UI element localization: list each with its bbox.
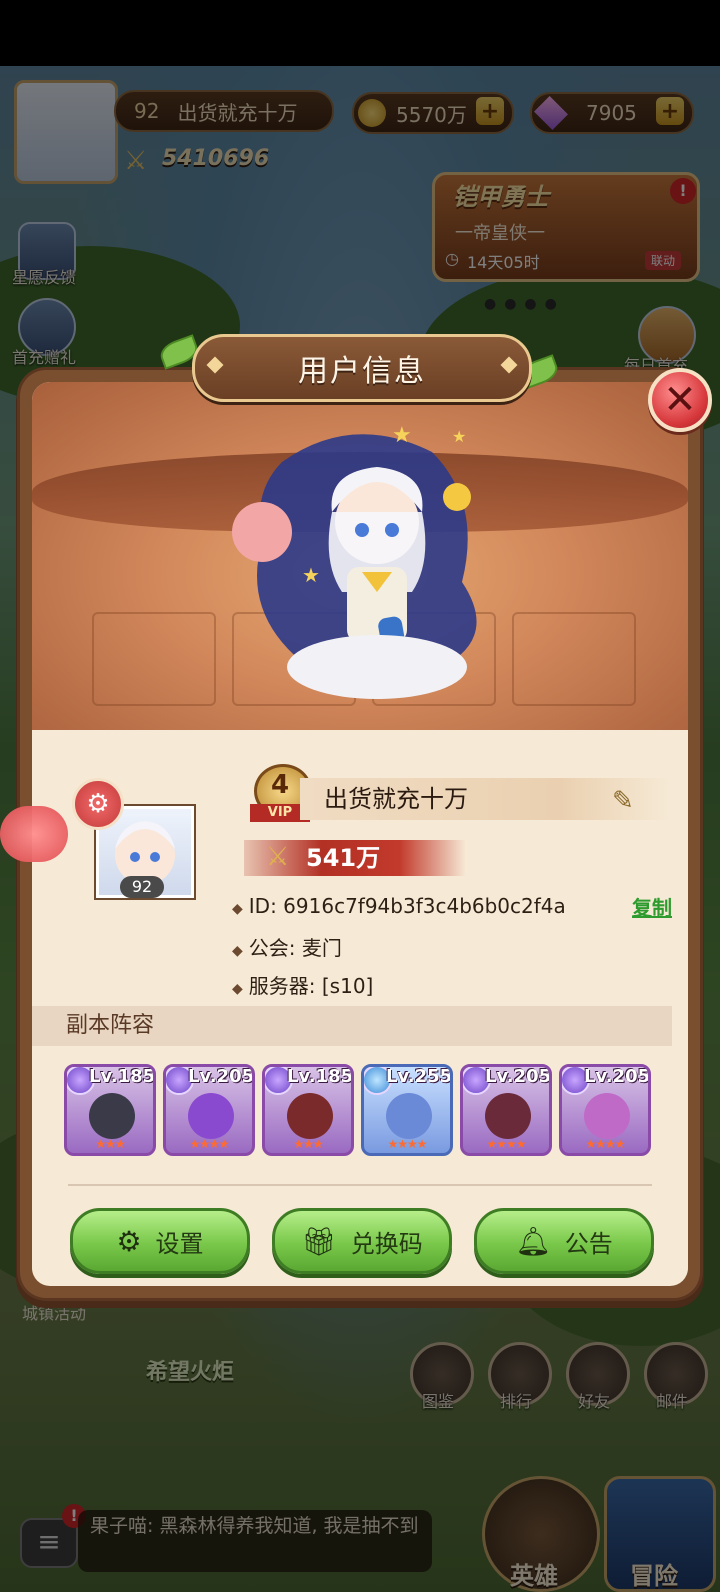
- swords-icon: ⚔: [266, 842, 290, 872]
- hero-level: Lv.205: [188, 1066, 255, 1087]
- server-name: 服务器: [s10]: [248, 974, 374, 998]
- dialog-title-plate: 用户信息: [192, 334, 532, 402]
- gift-icon: 🎁︎: [301, 1224, 337, 1258]
- hero-level: Lv.205: [485, 1066, 552, 1087]
- diamond-bullet-icon: ◆: [232, 943, 243, 959]
- notice-label: 公告: [564, 1229, 613, 1258]
- dialog-title: 用户信息: [298, 354, 426, 389]
- hero-level: Lv.255: [386, 1066, 453, 1087]
- hero-face: [89, 1093, 135, 1139]
- hero-stars: ★★★★: [387, 1137, 427, 1151]
- hero-face: [485, 1093, 531, 1139]
- redeem-code-label: 兑换码: [350, 1229, 423, 1258]
- hero-card[interactable]: Lv.255 ★★★★: [361, 1064, 453, 1156]
- hero-showcase: ★ ★ ★: [32, 382, 688, 730]
- hero-face: [584, 1093, 630, 1139]
- hero-stars: ★★★: [95, 1137, 125, 1151]
- gamepad-icon[interactable]: [0, 806, 68, 862]
- hero-card[interactable]: Lv.205 ★★★★: [460, 1064, 552, 1156]
- guild-name: 公会: 麦门: [248, 936, 342, 960]
- notice-button[interactable]: 🔔︎ 公告: [474, 1208, 654, 1274]
- copy-id-link[interactable]: 复制: [632, 892, 672, 921]
- hero-level: Lv.185: [287, 1066, 354, 1087]
- hero-stars: ★★★★: [189, 1137, 229, 1151]
- player-id-row: ◆ ID: 6916c7f94b3f3c4b6b0c2f4a: [232, 894, 566, 918]
- hero-card[interactable]: Lv.205 ★★★★: [163, 1064, 255, 1156]
- bell-icon: 🔔︎: [515, 1224, 551, 1258]
- player-id: ID: 6916c7f94b3f3c4b6b0c2f4a: [248, 894, 566, 918]
- svg-text:★: ★: [452, 427, 466, 446]
- hero-stars: ★★★: [293, 1137, 323, 1151]
- hero-stars: ★★★★: [585, 1137, 625, 1151]
- hero-card[interactable]: Lv.185 ★★★: [262, 1064, 354, 1156]
- hero-face: [386, 1093, 432, 1139]
- guild-row: ◆ 公会: 麦门: [232, 932, 342, 961]
- settings-button[interactable]: ⚙ 设置: [70, 1208, 250, 1274]
- hero-stars: ★★★★: [486, 1137, 526, 1151]
- svg-text:★: ★: [302, 563, 320, 587]
- hero-portrait: ★ ★ ★: [232, 423, 477, 699]
- lineup-title: 副本阵容: [32, 1006, 672, 1046]
- hero-level: Lv.205: [584, 1066, 651, 1087]
- edit-icon[interactable]: ✎: [612, 786, 642, 816]
- hero-face: [188, 1093, 234, 1139]
- settings-gear-icon: ⚙: [116, 1224, 142, 1258]
- svg-text:★: ★: [392, 423, 412, 448]
- hero-face: [287, 1093, 333, 1139]
- close-button[interactable]: ✕: [648, 368, 712, 432]
- diamond-bullet-icon: ◆: [232, 981, 243, 997]
- hero-level: Lv.185: [89, 1066, 156, 1087]
- diamond-bullet-icon: ◆: [232, 901, 243, 917]
- close-icon: ✕: [663, 377, 697, 423]
- avatar-level-badge: 92: [120, 876, 164, 898]
- redeem-code-button[interactable]: 🎁︎ 兑换码: [272, 1208, 452, 1274]
- section-divider: [68, 1184, 652, 1186]
- gear-icon[interactable]: ⚙: [72, 778, 124, 830]
- server-row: ◆ 服务器: [s10]: [232, 970, 373, 999]
- hero-card[interactable]: Lv.205 ★★★★: [559, 1064, 651, 1156]
- settings-label: 设置: [155, 1229, 204, 1258]
- hero-card[interactable]: Lv.185 ★★★: [64, 1064, 156, 1156]
